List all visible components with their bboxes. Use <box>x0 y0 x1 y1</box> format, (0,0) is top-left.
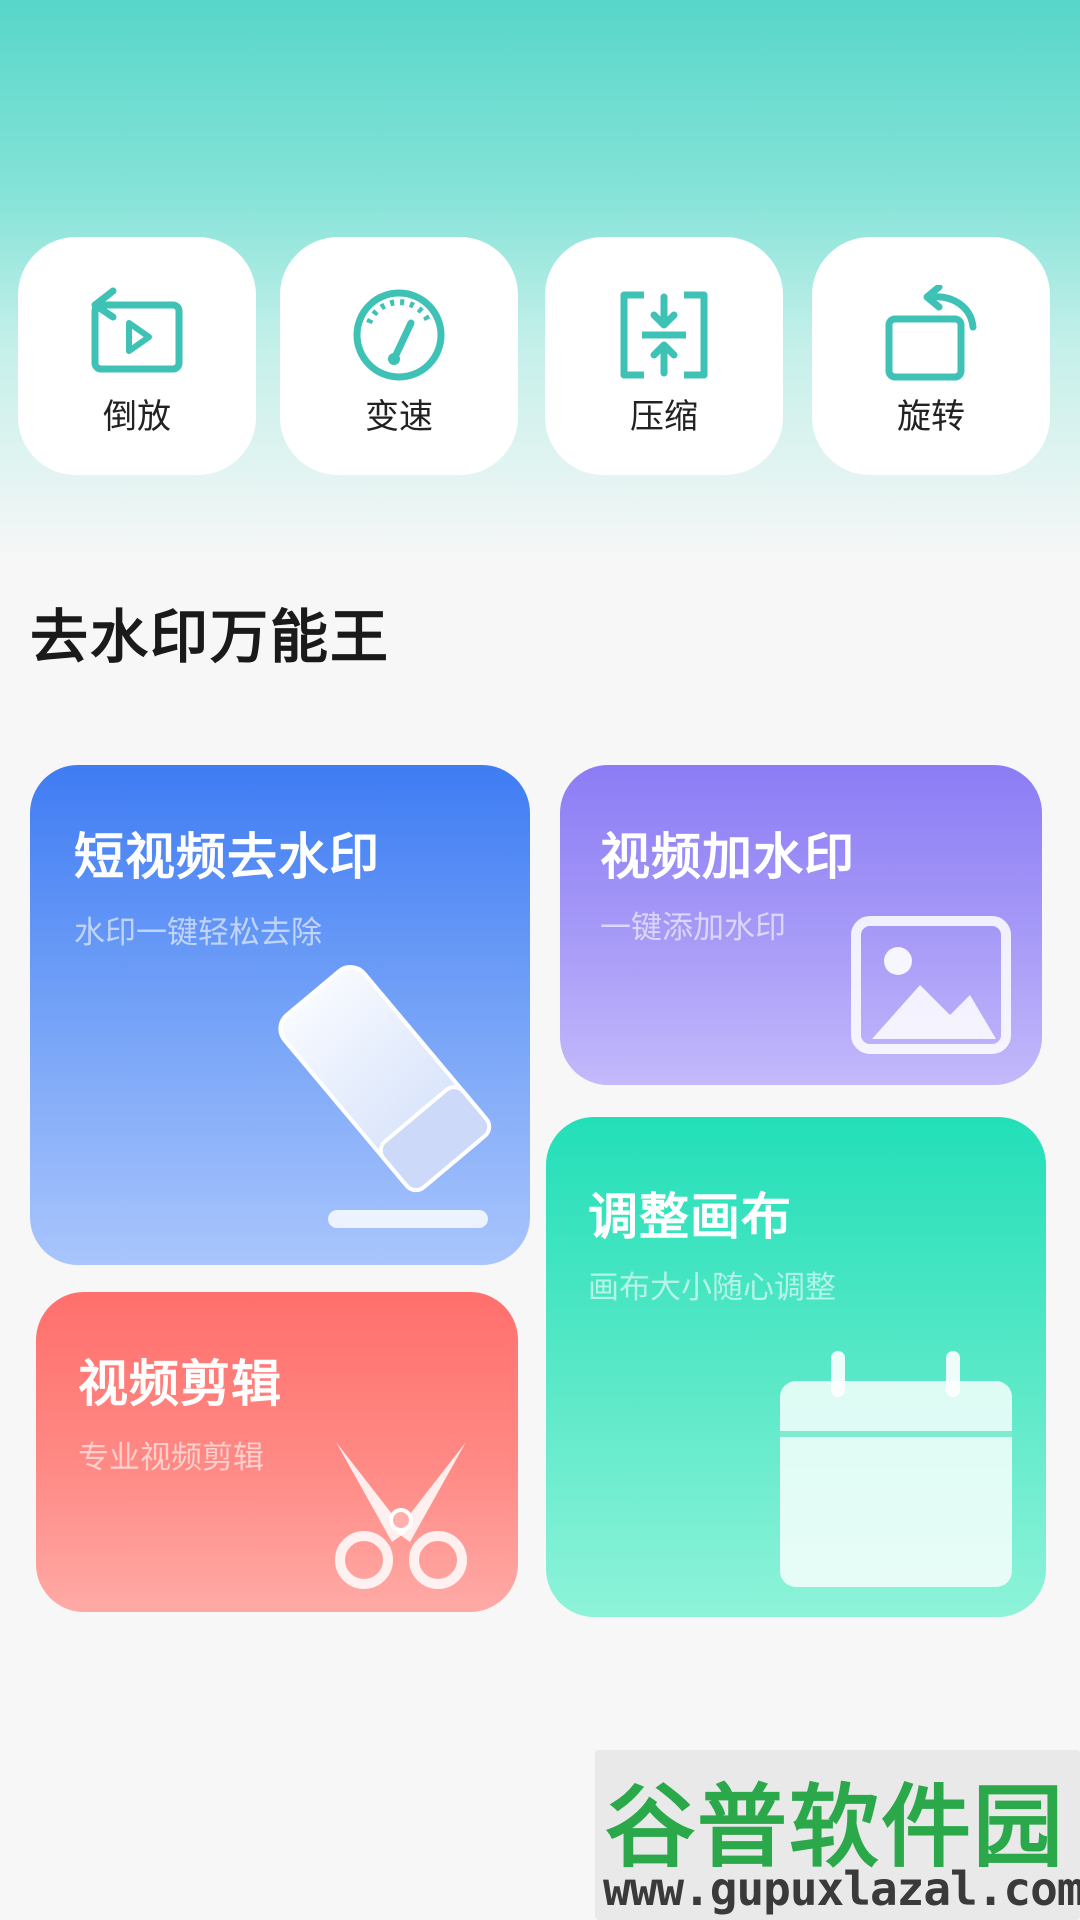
tool-rotate-button[interactable]: 旋转 <box>812 237 1050 475</box>
card-subtitle: 水印一键轻松去除 <box>74 915 322 951</box>
calendar-icon <box>780 1351 1012 1587</box>
tool-compress-button[interactable]: 压缩 <box>545 237 783 475</box>
tool-reverse-button[interactable]: 倒放 <box>18 237 256 475</box>
app-screen: 倒放 变速 压缩 旋转 去水印万能王 短视频去水印 水印一键轻松去除 视频加水印… <box>0 0 1080 1920</box>
card-add-watermark[interactable]: 视频加水印 一键添加水印 <box>560 765 1042 1085</box>
tool-reverse-label: 倒放 <box>103 397 171 437</box>
card-subtitle: 专业视频剪辑 <box>78 1440 264 1476</box>
eraser-icon <box>278 965 492 1228</box>
card-subtitle: 画布大小随心调整 <box>588 1270 836 1306</box>
card-remove-watermark[interactable]: 短视频去水印 水印一键轻松去除 <box>30 765 530 1265</box>
image-icon <box>851 916 1011 1054</box>
tool-speed-button[interactable]: 变速 <box>280 237 518 475</box>
section-title: 去水印万能王 <box>30 603 391 671</box>
rotate-icon <box>885 285 977 381</box>
tool-compress-label: 压缩 <box>630 397 698 437</box>
scissors-icon <box>335 1442 467 1589</box>
reverse-play-icon <box>91 287 183 373</box>
card-title: 短视频去水印 <box>74 828 380 886</box>
tool-speed-label: 变速 <box>365 397 433 437</box>
card-subtitle: 一键添加水印 <box>600 910 786 946</box>
card-title: 视频加水印 <box>600 828 855 886</box>
site-watermark: 谷普软件园 www.gupuxlazal.com <box>595 1750 1080 1920</box>
card-title: 调整画布 <box>588 1188 792 1246</box>
card-adjust-canvas[interactable]: 调整画布 画布大小随心调整 <box>546 1117 1046 1617</box>
watermark-url: www.gupuxlazal.com <box>603 1862 1080 1916</box>
card-title: 视频剪辑 <box>78 1355 282 1413</box>
card-video-edit[interactable]: 视频剪辑 专业视频剪辑 <box>36 1292 518 1612</box>
tool-rotate-label: 旋转 <box>897 397 965 437</box>
compress-icon <box>620 291 708 379</box>
speedometer-icon <box>353 289 445 381</box>
